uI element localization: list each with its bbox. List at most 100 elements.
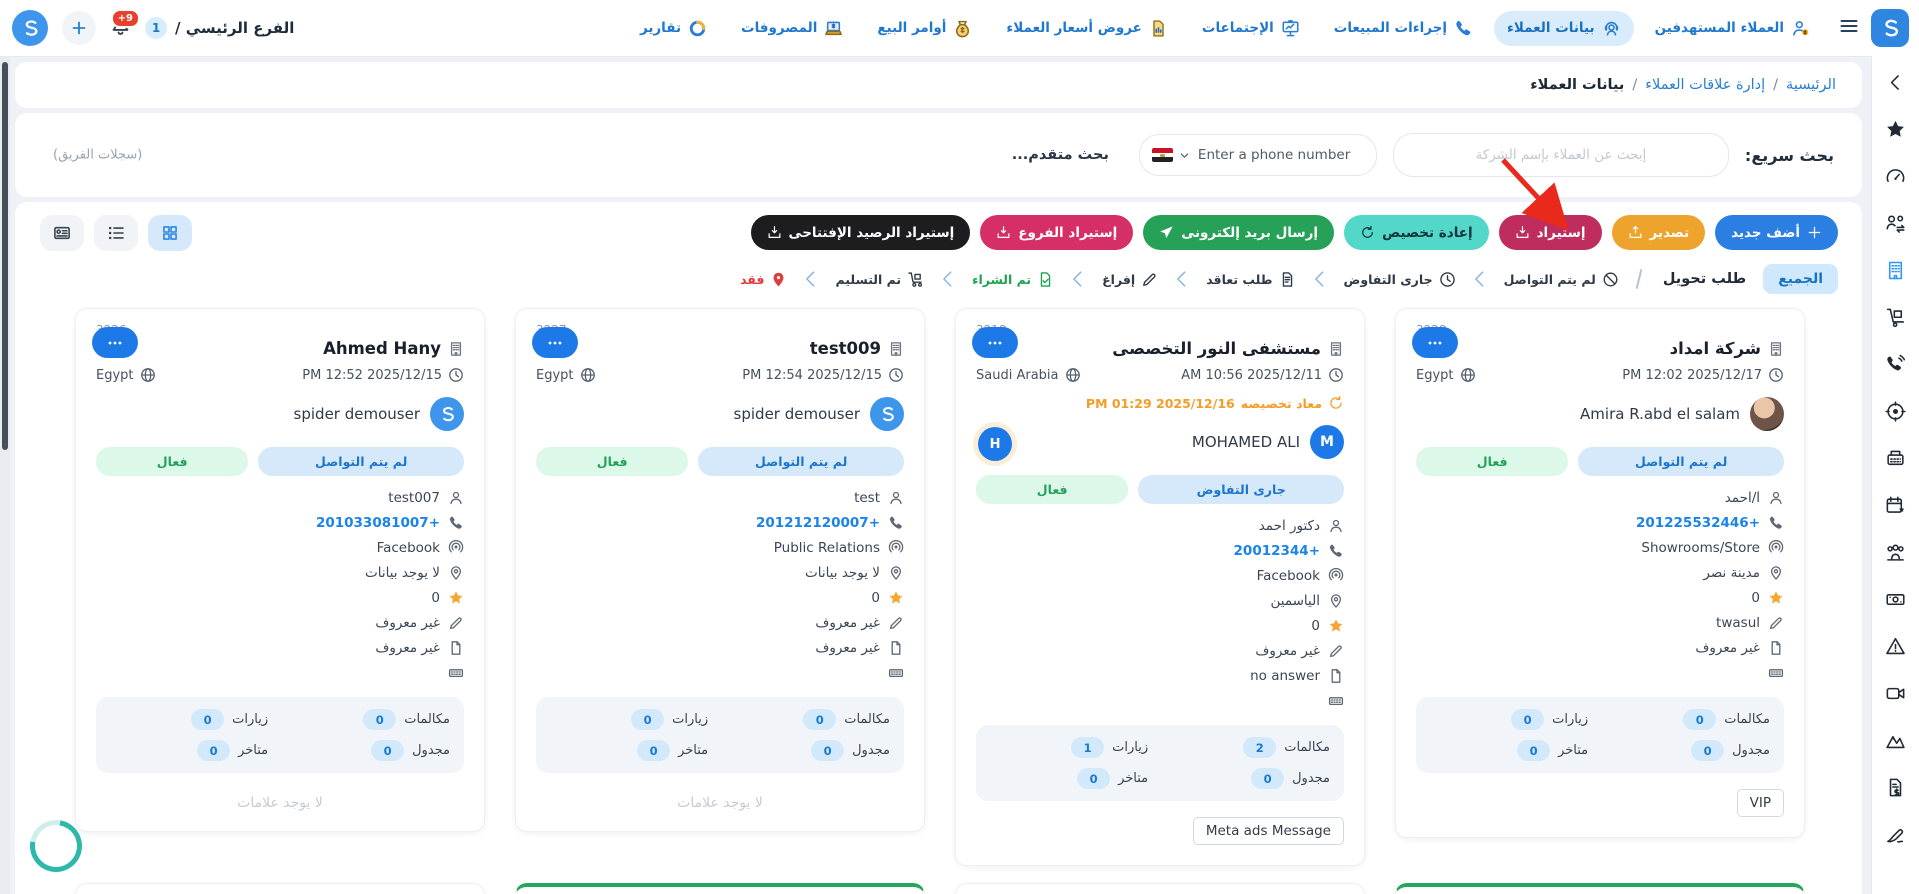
contact-avatar[interactable]: H [978, 427, 1012, 461]
nav-item-targeted-customers[interactable]: العملاء المستهدفين [1642, 11, 1823, 46]
sidebar-video-calls-button[interactable] [1885, 683, 1906, 704]
sidebar-invoices-button[interactable] [1885, 777, 1906, 798]
status-badge[interactable]: فعال [536, 447, 688, 476]
export-button[interactable]: تصدير [1612, 215, 1706, 250]
stage-badge[interactable]: لم يتم التواصل [698, 447, 904, 476]
menu-icon[interactable] [1839, 16, 1859, 40]
sidebar-favorites-button[interactable] [1885, 119, 1906, 140]
customer-card[interactable]: 3227test009PM 12:54 2025/12/15Egyptspide… [515, 308, 925, 832]
customer-card[interactable]: 3225TAHA BASEMPM 03:39 2025/12/14 [1395, 883, 1805, 894]
card-actions-button[interactable] [532, 327, 578, 358]
sidebar-alerts-button[interactable] [1885, 636, 1906, 657]
import-branches-button[interactable]: إستيراد الفروع [980, 215, 1133, 250]
detail-row-phone[interactable]: +201225532446 [1416, 514, 1784, 531]
branch-selector[interactable]: الفرع الرئيسي / 1 [145, 17, 294, 39]
nav-item-expenses[interactable]: المصروفات [728, 11, 856, 46]
card-owner[interactable]: MMOHAMED ALI [976, 425, 1344, 459]
nav-item-reports[interactable]: تقارير [627, 11, 720, 46]
nav-item-customer-data[interactable]: بيانات العملاء [1494, 11, 1634, 46]
customer-card[interactable]: 3218مستشفى النور التخصصىAM 10:56 2025/12… [955, 308, 1365, 866]
add-new-button[interactable]: أضف جديد [1715, 215, 1838, 250]
sidebar-targets-button[interactable] [1885, 401, 1906, 422]
stage-purchased[interactable]: تم الشراء [972, 271, 1054, 288]
card-actions-button[interactable] [972, 327, 1018, 358]
stage-lost[interactable]: فقد [740, 271, 787, 288]
company-search-input[interactable] [1393, 133, 1729, 177]
card-tag[interactable]: Meta ads Message [1193, 817, 1344, 845]
status-badge[interactable]: فعال [976, 475, 1128, 504]
breadcrumb-crm[interactable]: إدارة علاقات العملاء [1645, 77, 1765, 93]
sidebar-team-meetings-button[interactable] [1885, 542, 1906, 563]
stage-negotiating[interactable]: جارى التفاوض [1344, 271, 1456, 288]
card-actions-button[interactable] [92, 327, 138, 358]
customer-card[interactable]: 3224NA 441PM 02:20 2025/12/14 [955, 883, 1365, 894]
send-email-button[interactable]: إرسال بريد إلكترونى [1143, 215, 1334, 250]
scrollbar-thumb[interactable] [2, 62, 8, 450]
team-records-label: (سجلات الفريق) [53, 148, 142, 163]
sidebar-shipments-button[interactable] [1885, 307, 1906, 328]
card-title[interactable]: test009 [536, 339, 904, 358]
sidebar-goals-button[interactable] [1885, 730, 1906, 751]
stage-delivered[interactable]: تم التسليم [835, 271, 924, 288]
customer-card[interactable]: 3223NA 424PM 05:40 2025/12/13 [515, 883, 925, 894]
card-title[interactable]: شركة امداد [1416, 339, 1784, 358]
stage-vacate[interactable]: إفراغ [1102, 271, 1158, 288]
advanced-search-toggle[interactable]: بحث متقدم... [1004, 147, 1109, 163]
notifications-button[interactable]: +9 [110, 16, 131, 41]
stage-badge[interactable]: لم يتم التواصل [1578, 447, 1784, 476]
chevron-down-icon[interactable] [1179, 146, 1190, 165]
customer-card[interactable]: 3222محمد السيد محمود 2PM 05:32 2025/12/1… [75, 883, 485, 894]
customer-card[interactable]: 3226Ahmed HanyPM 12:52 2025/12/15Egyptsp… [75, 308, 485, 832]
quick-add-button[interactable] [62, 11, 96, 45]
sidebar-companies-button[interactable] [1885, 260, 1906, 281]
phone-search-field[interactable] [1139, 134, 1377, 176]
card-owner[interactable]: spider demouser [96, 397, 464, 431]
import-opening-balance-button[interactable]: إستيراد الرصيد الإفتتاحى [751, 215, 971, 250]
page-scrollbar[interactable] [0, 56, 10, 894]
import-button[interactable]: إستيراد [1499, 215, 1602, 250]
nav-item-meetings[interactable]: الإجتماعات [1189, 11, 1313, 46]
card-view-button[interactable] [40, 215, 84, 251]
status-badge[interactable]: فعال [96, 447, 248, 476]
sidebar-telephony-button[interactable] [1885, 448, 1906, 469]
breadcrumb-home[interactable]: الرئيسية [1786, 77, 1836, 93]
sidebar-payments-button[interactable] [1885, 589, 1906, 610]
card-actions-button[interactable] [1412, 327, 1458, 358]
sidebar-contracts-button[interactable] [1885, 824, 1906, 845]
nav-item-sales-actions[interactable]: إجراءات المبيعات [1321, 11, 1486, 46]
stage-badge[interactable]: لم يتم التواصل [258, 447, 464, 476]
card-owner[interactable]: Amira R.abd el salam [1416, 397, 1784, 431]
detail-row-phone[interactable]: +201033081007 [96, 514, 464, 531]
sidebar-dashboard-button[interactable] [1885, 166, 1906, 187]
sidebar-events-button[interactable] [1885, 495, 1906, 516]
card-tag[interactable]: VIP [1737, 789, 1784, 817]
list-view-button[interactable] [94, 215, 138, 251]
stage-badge[interactable]: جارى التفاوض [1138, 475, 1344, 504]
sidebar-collapse-button[interactable] [1885, 72, 1906, 93]
user-avatar[interactable] [12, 10, 48, 46]
status-badge[interactable]: فعال [1416, 447, 1568, 476]
card-title[interactable]: Ahmed Hany [96, 339, 464, 358]
card-title[interactable]: مستشفى النور التخصصى [976, 339, 1344, 358]
brand-logo[interactable] [1871, 9, 1909, 47]
pipeline-all[interactable]: الجميع [1763, 264, 1838, 294]
stage-label: طلب تعاقد [1206, 272, 1272, 287]
card-owner[interactable]: spider demouser [536, 397, 904, 431]
detail-row-phone[interactable]: +20012344 [976, 542, 1344, 559]
nav-item-sale-orders[interactable]: أوامر البيع [864, 11, 985, 46]
stage-contract-request[interactable]: طلب تعاقد [1206, 271, 1295, 288]
nav-item-customer-quotes[interactable]: عروض أسعار العملاء [993, 11, 1180, 46]
reassign-button[interactable]: إعادة تخصيص [1344, 215, 1489, 250]
button-label: إستيراد الرصيد الإفتتاحى [789, 225, 955, 241]
sidebar-customer-transfer-button[interactable] [1885, 213, 1906, 234]
pipeline-transfer-request[interactable]: طلب تحويل [1663, 271, 1746, 287]
chevron-left-icon [800, 266, 822, 292]
stage-no-contact[interactable]: لم يتم التواصل [1504, 271, 1619, 288]
no-tags-label: لا يوجد علامات [536, 795, 904, 811]
customer-card[interactable]: 3228شركة امدادPM 12:02 2025/12/17EgyptAm… [1395, 308, 1805, 838]
detail-row-phone[interactable]: +201212120007 [536, 514, 904, 531]
phone-search-input[interactable] [1196, 146, 1364, 164]
grid-view-button[interactable] [148, 215, 192, 251]
sidebar-calls-button[interactable] [1885, 354, 1906, 375]
notes-keyboard-icon [448, 665, 464, 681]
